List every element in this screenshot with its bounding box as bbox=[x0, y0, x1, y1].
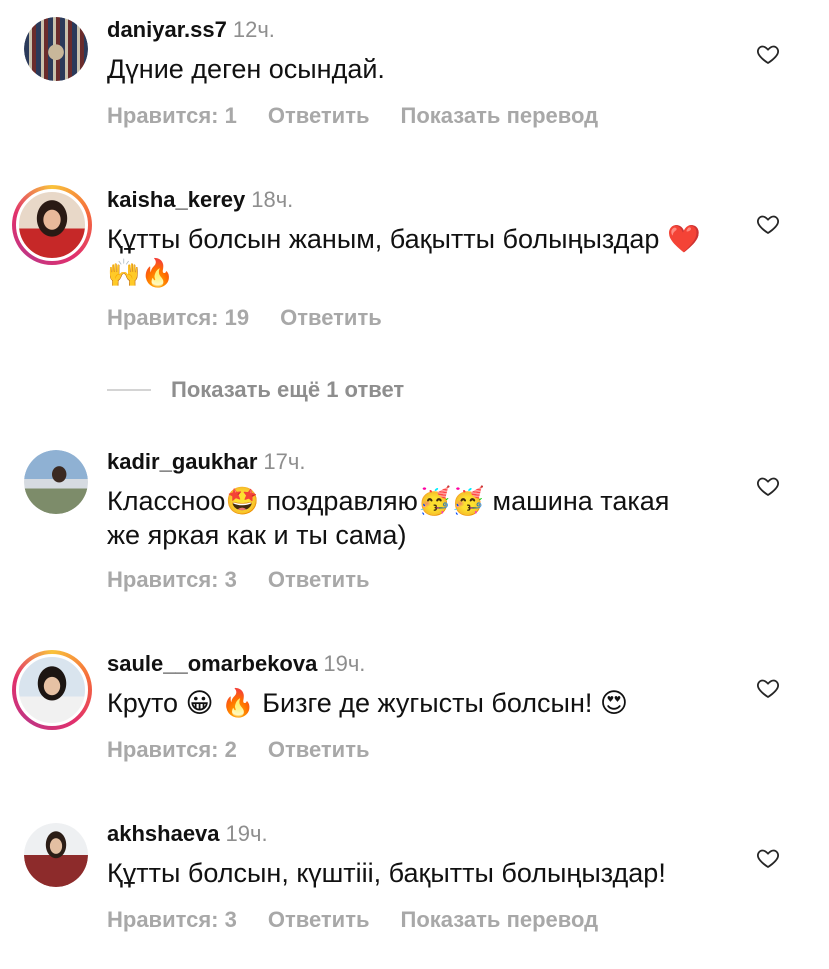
comment-text: Құтты болсын, күштііі, бақытты болыңызда… bbox=[107, 858, 666, 888]
comment-item: akhshaeva 19ч. Құтты болсын, күштііі, бақ… bbox=[0, 0, 829, 960]
avatar-image bbox=[24, 823, 88, 887]
show-translation-button[interactable]: Показать перевод bbox=[401, 907, 599, 932]
likes-count[interactable]: Нравится: 3 bbox=[107, 907, 237, 932]
reply-button[interactable]: Ответить bbox=[268, 907, 370, 932]
timestamp: 19ч. bbox=[225, 821, 268, 846]
avatar[interactable] bbox=[24, 823, 88, 887]
username[interactable]: akhshaeva bbox=[107, 821, 220, 846]
comment-actions: Нравится: 3 Ответить Показать перевод bbox=[107, 907, 629, 933]
comment-header: akhshaeva 19ч. bbox=[107, 821, 268, 847]
comments-list: daniyar.ss7 12ч. Дүние деген осындай. Нра… bbox=[0, 0, 829, 969]
heart-outline-icon[interactable] bbox=[756, 846, 780, 870]
